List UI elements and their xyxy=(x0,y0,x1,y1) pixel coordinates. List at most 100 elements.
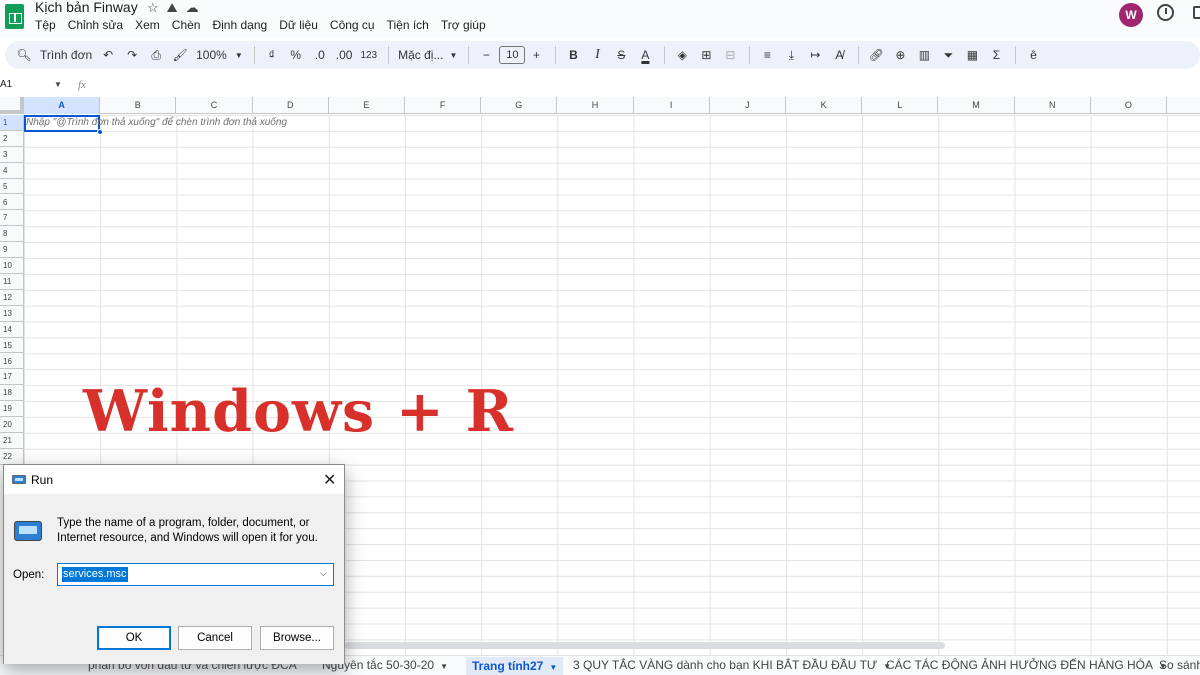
increase-decimal-button[interactable]: .00 xyxy=(333,43,356,67)
menu-extensions[interactable]: Tiện ích xyxy=(387,18,429,32)
paint-format-icon[interactable]: 🖌︎ xyxy=(169,43,191,67)
menu-view[interactable]: Xem xyxy=(135,18,160,32)
font-select[interactable]: Mặc đị... ▼ xyxy=(395,43,460,67)
print-icon[interactable]: ⎙ xyxy=(145,43,167,67)
number-format-button[interactable]: 123 xyxy=(357,43,380,67)
menu-edit[interactable]: Chỉnh sửa xyxy=(68,18,123,32)
sheets-logo-icon[interactable] xyxy=(5,4,24,29)
column-header[interactable]: D xyxy=(253,97,329,114)
input-tools-icon[interactable]: ê xyxy=(1022,43,1044,67)
font-size-decrease-icon[interactable]: − xyxy=(475,43,497,67)
row-header[interactable]: 13 xyxy=(0,306,23,322)
sheet-tab[interactable]: 3 QUY TẮC VÀNG dành cho bạn KHI BẮT ĐẦU … xyxy=(573,658,891,672)
row-header[interactable]: 4 xyxy=(0,163,23,179)
text-color-icon[interactable]: A xyxy=(634,43,656,67)
row-header[interactable]: 19 xyxy=(0,401,23,418)
text-wrap-icon[interactable]: ↦ xyxy=(804,43,826,67)
row-header[interactable]: 21 xyxy=(0,433,23,449)
browse-button[interactable]: Browse... xyxy=(260,626,334,650)
row-header[interactable]: 22 xyxy=(0,449,23,465)
functions-icon[interactable]: Σ xyxy=(985,43,1007,67)
sheet-tab-active[interactable]: Trang tính27 ▼ xyxy=(466,657,564,675)
filter-icon[interactable]: ⏷ xyxy=(937,43,959,67)
bold-icon[interactable]: B xyxy=(562,43,584,67)
column-header[interactable]: A xyxy=(24,97,101,114)
text-rotation-icon[interactable]: A̸ xyxy=(828,43,850,67)
row-header[interactable]: 16 xyxy=(0,354,23,370)
column-header[interactable]: G xyxy=(481,97,558,114)
run-titlebar[interactable]: Run ✕ xyxy=(4,465,344,494)
font-size-input[interactable]: 10 xyxy=(499,46,526,64)
cancel-button[interactable]: Cancel xyxy=(178,626,252,650)
sheet-tab[interactable]: CÁC TÁC ĐỘNG ẢNH HƯỞNG ĐẾN HÀNG HÓA ▼ xyxy=(886,658,1167,672)
column-header[interactable]: N xyxy=(1015,97,1091,114)
row-header[interactable]: 18 xyxy=(0,385,23,402)
row-header[interactable]: 8 xyxy=(0,226,23,243)
row-header[interactable]: 17 xyxy=(0,369,23,386)
column-header[interactable]: C xyxy=(176,97,253,114)
menu-file[interactable]: Tệp xyxy=(35,18,56,32)
row-header[interactable]: 7 xyxy=(0,210,23,227)
zoom-select[interactable]: 100% ▼ xyxy=(193,43,246,67)
select-all-corner[interactable] xyxy=(0,97,24,114)
row-header[interactable]: 20 xyxy=(0,417,23,433)
chevron-down-icon[interactable]: ▼ xyxy=(549,663,557,672)
row-header[interactable]: 2 xyxy=(0,131,23,147)
name-box[interactable]: A1 xyxy=(0,79,12,90)
comment-icon[interactable] xyxy=(1193,6,1200,19)
undo-icon[interactable]: ↶ xyxy=(97,43,119,67)
move-icon[interactable]: ⛰ xyxy=(167,0,178,16)
column-header[interactable]: K xyxy=(786,97,863,114)
doc-title[interactable]: Kịch bản Finway xyxy=(35,0,138,15)
row-header[interactable]: 10 xyxy=(0,258,23,274)
cloud-status-icon[interactable]: ☁ xyxy=(186,0,199,16)
column-header[interactable]: I xyxy=(634,97,710,114)
row-header[interactable]: 5 xyxy=(0,179,23,195)
comment-add-icon[interactable]: ⊕ xyxy=(889,43,911,67)
menu-tools[interactable]: Công cụ xyxy=(330,18,375,32)
row-header[interactable]: 1 xyxy=(0,115,23,131)
avatar[interactable]: W xyxy=(1119,3,1143,27)
star-icon[interactable]: ☆ xyxy=(147,0,159,16)
ok-button[interactable]: OK xyxy=(97,626,171,650)
strikethrough-icon[interactable]: S xyxy=(610,43,632,67)
column-header[interactable]: H xyxy=(557,97,634,114)
font-size-increase-icon[interactable]: + xyxy=(525,43,547,67)
menu-insert[interactable]: Chèn xyxy=(172,18,201,32)
column-header[interactable]: O xyxy=(1091,97,1167,114)
vertical-align-icon[interactable]: ⤓ xyxy=(780,43,802,67)
search-menus-label[interactable]: Trình đơn xyxy=(37,43,95,67)
percent-format-button[interactable]: % xyxy=(285,43,307,67)
column-header[interactable]: B xyxy=(100,97,177,114)
merge-cells-icon[interactable]: ⊟ xyxy=(719,43,741,67)
fill-color-icon[interactable]: ◈ xyxy=(671,43,693,67)
chart-icon[interactable]: ▥ xyxy=(913,43,935,67)
row-header[interactable]: 9 xyxy=(0,242,23,259)
row-header[interactable]: 6 xyxy=(0,195,23,211)
row-header[interactable]: 3 xyxy=(0,147,23,163)
menu-format[interactable]: Định dạng xyxy=(212,18,267,32)
close-icon[interactable]: ✕ xyxy=(323,470,336,490)
horizontal-scrollbar[interactable] xyxy=(345,642,945,649)
column-header[interactable]: F xyxy=(405,97,482,114)
currency-format-button[interactable]: ₫ xyxy=(261,43,283,67)
chevron-down-icon[interactable]: ▼ xyxy=(54,80,62,89)
menu-data[interactable]: Dữ liệu xyxy=(279,18,318,32)
run-input-value[interactable]: services.msc xyxy=(62,567,128,582)
borders-icon[interactable]: ⊞ xyxy=(695,43,717,67)
link-icon[interactable]: 🔗︎ xyxy=(865,43,887,67)
fill-handle[interactable] xyxy=(97,129,103,135)
filter-views-icon[interactable]: ▦ xyxy=(961,43,983,67)
column-header[interactable]: J xyxy=(710,97,786,114)
redo-icon[interactable]: ↷ xyxy=(121,43,143,67)
horizontal-align-icon[interactable]: ≡ xyxy=(756,43,778,67)
decrease-decimal-button[interactable]: .0 xyxy=(309,43,331,67)
row-header[interactable]: 15 xyxy=(0,338,23,354)
search-icon[interactable]: 🔍︎ xyxy=(13,43,35,67)
menu-help[interactable]: Trợ giúp xyxy=(441,18,486,32)
column-header[interactable]: L xyxy=(862,97,939,114)
column-header[interactable]: M xyxy=(938,97,1015,114)
row-header[interactable]: 12 xyxy=(0,290,23,306)
column-header[interactable]: E xyxy=(329,97,405,114)
sheet-tab[interactable]: So sánh xyxy=(1159,658,1200,672)
